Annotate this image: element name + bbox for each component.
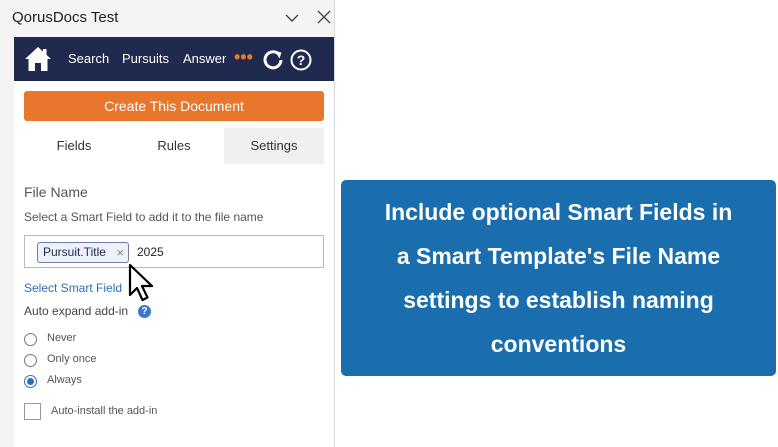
- callout-line: settings to establish naming: [403, 287, 714, 313]
- tab-rules[interactable]: Rules: [124, 128, 224, 164]
- file-name-text: 2025: [137, 245, 164, 259]
- nav-answer-link[interactable]: Answer: [183, 51, 226, 66]
- radio-button[interactable]: [24, 333, 37, 346]
- close-icon[interactable]: [317, 10, 331, 24]
- radio-label: Only once: [47, 353, 97, 365]
- file-name-heading: File Name: [24, 184, 88, 200]
- callout-line: conventions: [490, 331, 627, 357]
- remove-chip-icon[interactable]: ×: [116, 243, 124, 262]
- auto-install-checkbox[interactable]: [24, 403, 41, 420]
- mouse-pointer-icon: [128, 263, 154, 302]
- task-pane: QorusDocs Test Search Pursuits Answer ••…: [0, 0, 335, 447]
- auto-install-label: Auto-install the add-in: [51, 405, 158, 417]
- smart-field-chip[interactable]: Pursuit.Title ×: [37, 242, 129, 263]
- file-name-help-text: Select a Smart Field to add it to the fi…: [24, 210, 264, 224]
- refresh-icon[interactable]: [262, 49, 284, 71]
- select-smart-field-link[interactable]: Select Smart Field: [24, 281, 122, 295]
- info-callout: Include optional Smart Fields in a Smart…: [341, 180, 776, 376]
- radio-button[interactable]: [24, 354, 37, 367]
- chevron-down-icon[interactable]: [284, 10, 300, 26]
- help-circle-icon[interactable]: ?: [138, 305, 151, 318]
- nav-search-link[interactable]: Search: [68, 51, 109, 66]
- radio-label: Never: [47, 332, 77, 344]
- help-icon[interactable]: ?: [290, 49, 312, 71]
- pane-title: QorusDocs Test: [12, 9, 119, 26]
- svg-text:?: ?: [297, 52, 306, 68]
- settings-panel: Create This Document Fields Rules Settin…: [14, 81, 334, 447]
- radio-button[interactable]: [24, 375, 37, 388]
- radio-label: Always: [47, 374, 82, 386]
- nav-pursuits-link[interactable]: Pursuits: [122, 51, 169, 66]
- pane-header: QorusDocs Test: [0, 0, 335, 36]
- tab-fields[interactable]: Fields: [24, 128, 124, 164]
- home-icon[interactable]: [24, 46, 52, 72]
- file-name-input[interactable]: Pursuit.Title × 2025: [24, 235, 324, 268]
- smart-field-chip-label: Pursuit.Title: [43, 245, 106, 259]
- callout-line: a Smart Template's File Name: [396, 243, 721, 269]
- callout-line: Include optional Smart Fields in: [384, 199, 733, 225]
- top-navbar: Search Pursuits Answer ••• ?: [14, 37, 334, 81]
- auto-expand-label: Auto expand add-in: [24, 304, 129, 318]
- tab-settings[interactable]: Settings: [224, 128, 324, 164]
- create-document-button[interactable]: Create This Document: [24, 91, 324, 121]
- more-menu-icon[interactable]: •••: [234, 47, 253, 68]
- callout-text: Include optional Smart Fields in a Smart…: [385, 190, 733, 366]
